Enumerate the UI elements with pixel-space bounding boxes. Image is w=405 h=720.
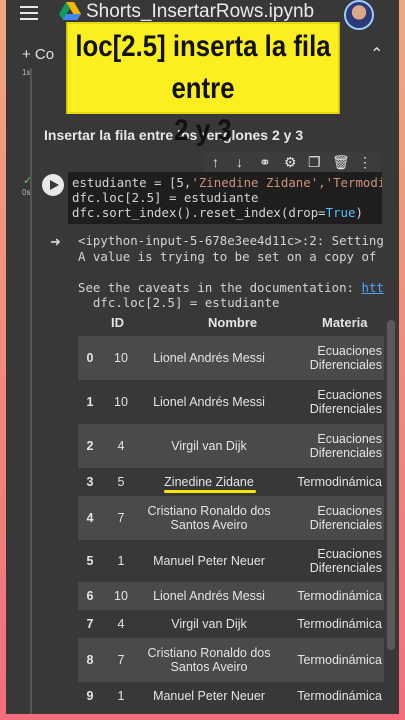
cell-id: 1	[117, 689, 125, 703]
table-row: 8 7 Cristiano Ronaldo dos Santos Aveiro Ter…	[78, 638, 384, 682]
row-index: 7	[86, 617, 94, 631]
arrow-up-icon[interactable]: ↑	[212, 154, 219, 170]
arrow-down-icon[interactable]: ↓	[236, 154, 243, 170]
row-index: 9	[86, 689, 94, 703]
code-line-1: estudiante = [5,'Zinedine Zidane','Termo…	[72, 175, 382, 190]
run-cell-button[interactable]	[42, 174, 64, 196]
row-index: 5	[86, 554, 94, 568]
banner-line-1: loc[2.5] inserta la fila entre	[75, 30, 331, 105]
cell-materia: Termodinámica	[297, 689, 382, 703]
cell-materia: Termodinámica	[297, 617, 382, 631]
output-icon[interactable]: ➜	[50, 234, 61, 250]
header-nombre: Nombre	[208, 315, 258, 330]
header-materia: Materia	[322, 315, 368, 330]
chevron-up-icon[interactable]: ⌃	[370, 44, 383, 64]
exec-time: 0s	[22, 188, 31, 197]
warning-line-1: <ipython-input-5-678e3ee4d11c>:2: Settin…	[78, 233, 384, 248]
banner-line-2: 2 y 3	[174, 114, 232, 147]
row-index: 6	[86, 589, 94, 603]
cell-name: Virgil van Dijk	[171, 439, 247, 453]
cell-id: 10	[114, 589, 128, 603]
cell-name: Manuel Peter Neuer	[153, 554, 265, 568]
warning-line-5: dfc.loc[2.5] = estudiante	[78, 295, 280, 310]
cell-materia: Ecuaciones Diferenciales	[309, 504, 382, 532]
cell-materia: Termodinámica	[297, 653, 382, 667]
cell-id: 4	[117, 439, 125, 453]
cell-id: 7	[117, 511, 125, 525]
trash-icon[interactable]: 🗑	[332, 154, 350, 171]
table-header: ID Nombre Materia	[78, 310, 384, 336]
cell-id: 7	[117, 653, 125, 667]
cell-name: Lionel Andrés Messi	[153, 351, 265, 365]
row-index: 8	[86, 653, 94, 667]
drive-icon	[59, 2, 81, 20]
cell-name: Lionel Andrés Messi	[153, 395, 265, 409]
cell-name: Manuel Peter Neuer	[153, 689, 265, 703]
cell-id: 5	[117, 475, 125, 489]
gear-icon[interactable]: ⚙	[284, 154, 297, 171]
table-row: 1 10 Lionel Andrés Messi Ecuaciones Diferen…	[78, 380, 384, 424]
table-row: 2 4 Virgil van Dijk Ecuaciones Diferenciale…	[78, 424, 384, 468]
cell-id: 10	[114, 351, 128, 365]
cell-gutter	[30, 68, 32, 714]
cell-materia: Ecuaciones Diferenciales	[309, 344, 382, 372]
code-editor[interactable]: estudiante = [5,'Zinedine Zidane','Termo…	[68, 172, 382, 224]
code-line-2: dfc.loc[2.5] = estudiante	[72, 190, 259, 205]
cell-name: Cristiano Ronaldo dos Santos Aveiro	[147, 646, 271, 674]
cell-name: Virgil van Dijk	[171, 617, 247, 631]
row-index: 2	[86, 439, 94, 453]
colab-screen: Shorts_InsertarRows.ipynb + Co ⌃ 1s Inse…	[6, 0, 399, 714]
avatar[interactable]	[344, 0, 374, 30]
warning-line-2: A value is trying to be set on a copy of	[78, 248, 377, 264]
row-index: 1	[86, 395, 94, 409]
table-row: 9 1 Manuel Peter Neuer Termodinámica	[78, 682, 384, 710]
output-scrollbar[interactable]	[387, 320, 395, 650]
cell-id: 10	[114, 395, 128, 409]
notebook-title[interactable]: Shorts_InsertarRows.ipynb	[86, 1, 314, 23]
mirror-cell-icon[interactable]: ❐	[308, 154, 321, 171]
table-row: 6 10 Lionel Andrés Messi Termodinámica	[78, 582, 384, 610]
cell-materia: Ecuaciones Diferenciales	[309, 547, 382, 575]
table-row: 7 4 Virgil van Dijk Termodinámica	[78, 610, 384, 638]
row-index: 4	[86, 511, 94, 525]
row-index: 3	[86, 475, 94, 489]
warning-output: <ipython-input-5-678e3ee4d11c>:2: Settin…	[78, 233, 384, 311]
success-check-icon: ✓	[23, 175, 33, 187]
cell-materia: Termodinámica	[297, 589, 382, 603]
link-icon[interactable]: ⚭	[259, 154, 271, 171]
cell-id: 4	[117, 617, 125, 631]
header-id: ID	[111, 315, 124, 330]
dataframe-table: ID Nombre Materia 0 10 Lionel Andrés Messi…	[78, 310, 384, 710]
hamburger-icon[interactable]	[20, 6, 38, 20]
table-body: 0 10 Lionel Andrés Messi Ecuaciones Diferen…	[78, 336, 384, 710]
cell-materia: Ecuaciones Diferenciales	[309, 432, 382, 460]
row-index: 0	[86, 351, 94, 365]
cell-materia: Ecuaciones Diferenciales	[309, 388, 382, 416]
table-row: 3 5 Zinedine Zidane Termodinámica	[78, 468, 384, 496]
table-row: 4 7 Cristiano Ronaldo dos Santos Aveiro Ecu…	[78, 496, 384, 540]
title-banner: loc[2.5] inserta la fila entre 2 y 3	[66, 22, 340, 147]
more-vert-icon[interactable]: ⋮	[358, 154, 372, 171]
highlight-underline	[164, 490, 256, 493]
table-row: 0 10 Lionel Andrés Messi Ecuaciones Diferen…	[78, 336, 384, 380]
add-code-button[interactable]: + Co	[22, 46, 54, 63]
cell-name: Lionel Andrés Messi	[153, 589, 265, 603]
cell-materia: Termodinámica	[297, 475, 382, 489]
code-line-3: dfc.sort_index().reset_index(drop=True)	[72, 205, 363, 220]
cell-name: Cristiano Ronaldo dos Santos Aveiro	[147, 504, 271, 532]
table-row: 5 1 Manuel Peter Neuer Ecuaciones Diferenci…	[78, 540, 384, 582]
warning-line-4: See the caveats in the documentation: ht…	[78, 279, 384, 295]
cell-id: 1	[117, 554, 125, 568]
